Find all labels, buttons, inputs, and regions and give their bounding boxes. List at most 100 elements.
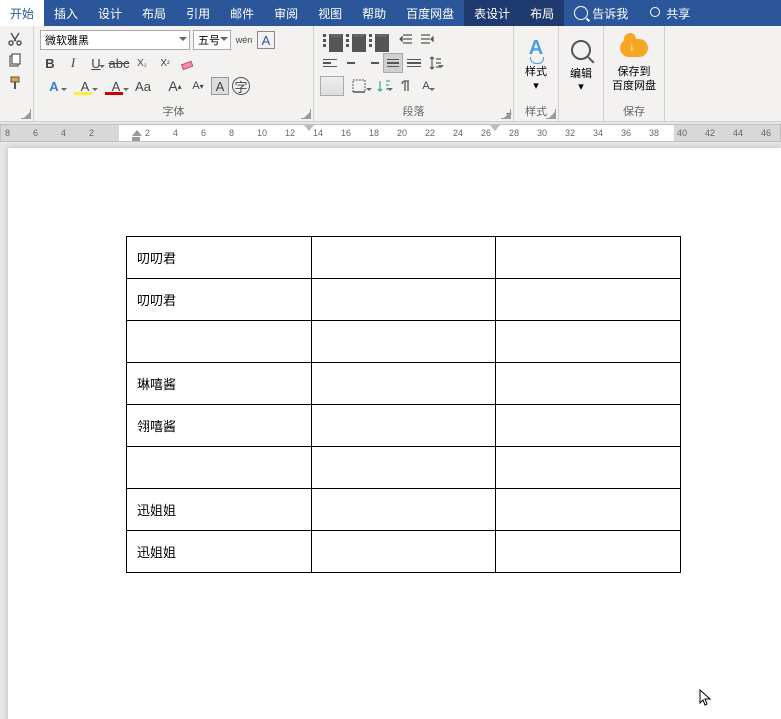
- bold-button[interactable]: B: [40, 53, 60, 73]
- copy-button[interactable]: [6, 52, 24, 70]
- tab-design[interactable]: 设计: [88, 0, 132, 26]
- numbering-button[interactable]: [343, 30, 365, 50]
- tab-table-layout[interactable]: 布局: [520, 0, 564, 26]
- tab-view[interactable]: 视图: [308, 0, 352, 26]
- align-center-button[interactable]: [341, 53, 361, 73]
- tell-me[interactable]: 告诉我: [564, 0, 638, 26]
- character-border-button[interactable]: A: [257, 31, 275, 49]
- font-name-combo[interactable]: 微软雅黑: [40, 30, 190, 50]
- styles-button[interactable]: 样式▾: [514, 26, 558, 101]
- align-right-button[interactable]: [362, 53, 382, 73]
- table-cell[interactable]: [127, 321, 312, 363]
- table-cell[interactable]: 迅姐姐: [127, 531, 312, 573]
- table-row[interactable]: [127, 321, 681, 363]
- tab-start[interactable]: 开始: [0, 0, 44, 26]
- table-row[interactable]: 叨叨君: [127, 237, 681, 279]
- tab-layout[interactable]: 布局: [132, 0, 176, 26]
- tab-help[interactable]: 帮助: [352, 0, 396, 26]
- underline-button[interactable]: U: [86, 53, 106, 73]
- font-color-button[interactable]: A: [102, 76, 130, 96]
- decrease-indent-button[interactable]: [396, 30, 416, 50]
- show-marks-button[interactable]: [395, 76, 415, 96]
- tab-table-design[interactable]: 表设计: [464, 0, 520, 26]
- grow-font-button[interactable]: A▴: [165, 76, 185, 96]
- table-row[interactable]: 迅姐姐: [127, 531, 681, 573]
- table-cell[interactable]: [496, 363, 681, 405]
- table-cell[interactable]: [311, 531, 496, 573]
- table-row[interactable]: 叨叨君: [127, 279, 681, 321]
- table-row[interactable]: [127, 447, 681, 489]
- font-dialog-launcher[interactable]: [301, 109, 311, 119]
- table-row[interactable]: 琳嘻酱: [127, 363, 681, 405]
- font-group: 微软雅黑 五号 wén A B I U abc X X: [34, 26, 314, 121]
- table-cell[interactable]: 翎嘻酱: [127, 405, 312, 447]
- table-cell[interactable]: [127, 447, 312, 489]
- table-cell[interactable]: [496, 237, 681, 279]
- table-cell[interactable]: [311, 363, 496, 405]
- change-case-button[interactable]: Aa: [133, 76, 153, 96]
- table-cell[interactable]: [496, 321, 681, 363]
- bullets-button[interactable]: [320, 30, 342, 50]
- enclose-characters-button[interactable]: 字: [232, 77, 250, 95]
- table-row[interactable]: 迅姐姐: [127, 489, 681, 531]
- align-left-button[interactable]: [320, 53, 340, 73]
- table-cell[interactable]: [496, 531, 681, 573]
- table-cell[interactable]: [311, 405, 496, 447]
- table-row[interactable]: 翎嘻酱: [127, 405, 681, 447]
- strikethrough-button[interactable]: abc: [109, 53, 129, 73]
- asian-layout-button[interactable]: A: [416, 76, 436, 96]
- first-line-indent-marker[interactable]: [132, 125, 142, 141]
- ruler-tick: 18: [369, 128, 379, 138]
- table-cell[interactable]: 叨叨君: [127, 237, 312, 279]
- table-cell[interactable]: [311, 489, 496, 531]
- increase-indent-button[interactable]: [417, 30, 437, 50]
- table-cell[interactable]: [496, 279, 681, 321]
- styles-group: 样式▾ 样式: [514, 26, 559, 121]
- table-cell[interactable]: [311, 321, 496, 363]
- clear-formatting-button[interactable]: [178, 53, 198, 73]
- table-cell[interactable]: [496, 405, 681, 447]
- share-button[interactable]: 共享: [638, 0, 700, 26]
- column-marker-2[interactable]: [490, 125, 500, 136]
- superscript-button[interactable]: X: [155, 53, 175, 73]
- document-table[interactable]: 叨叨君叨叨君琳嘻酱翎嘻酱迅姐姐迅姐姐: [126, 236, 681, 573]
- multilevel-list-button[interactable]: [366, 30, 388, 50]
- cut-button[interactable]: [6, 30, 24, 48]
- borders-button[interactable]: [345, 76, 373, 96]
- shading-button[interactable]: [320, 76, 344, 96]
- clipboard-dialog-launcher[interactable]: [21, 109, 31, 119]
- table-cell[interactable]: 琳嘻酱: [127, 363, 312, 405]
- subscript-button[interactable]: X: [132, 53, 152, 73]
- phonetic-guide-button[interactable]: wén: [234, 30, 254, 50]
- format-painter-button[interactable]: [6, 74, 24, 92]
- italic-button[interactable]: I: [63, 53, 83, 73]
- line-spacing-button[interactable]: [425, 53, 445, 73]
- editing-button[interactable]: 编辑▾: [559, 26, 603, 104]
- paragraph-dialog-launcher[interactable]: [501, 109, 511, 119]
- align-justify-button[interactable]: [383, 53, 403, 73]
- tab-insert[interactable]: 插入: [44, 0, 88, 26]
- table-cell[interactable]: 迅姐姐: [127, 489, 312, 531]
- font-size-combo[interactable]: 五号: [193, 30, 231, 50]
- sort-button[interactable]: [374, 76, 394, 96]
- tab-references[interactable]: 引用: [176, 0, 220, 26]
- document-area[interactable]: 叨叨君叨叨君琳嘻酱翎嘻酱迅姐姐迅姐姐: [0, 142, 781, 719]
- tab-mail[interactable]: 邮件: [220, 0, 264, 26]
- shrink-font-button[interactable]: A▾: [188, 76, 208, 96]
- styles-dialog-launcher[interactable]: [546, 109, 556, 119]
- table-cell[interactable]: [311, 279, 496, 321]
- text-effects-button[interactable]: A: [40, 76, 68, 96]
- table-cell[interactable]: 叨叨君: [127, 279, 312, 321]
- share-icon: [648, 6, 662, 20]
- table-cell[interactable]: [311, 237, 496, 279]
- tab-baidu[interactable]: 百度网盘: [396, 0, 464, 26]
- highlight-button[interactable]: A: [71, 76, 99, 96]
- tab-review[interactable]: 审阅: [264, 0, 308, 26]
- table-cell[interactable]: [311, 447, 496, 489]
- align-distribute-button[interactable]: [404, 53, 424, 73]
- table-cell[interactable]: [496, 447, 681, 489]
- character-shading-button[interactable]: A: [211, 77, 229, 95]
- table-cell[interactable]: [496, 489, 681, 531]
- horizontal-ruler[interactable]: 8642246810121416182022242628303234363840…: [0, 124, 781, 142]
- save-to-cloud-button[interactable]: 保存到百度网盘: [604, 26, 664, 101]
